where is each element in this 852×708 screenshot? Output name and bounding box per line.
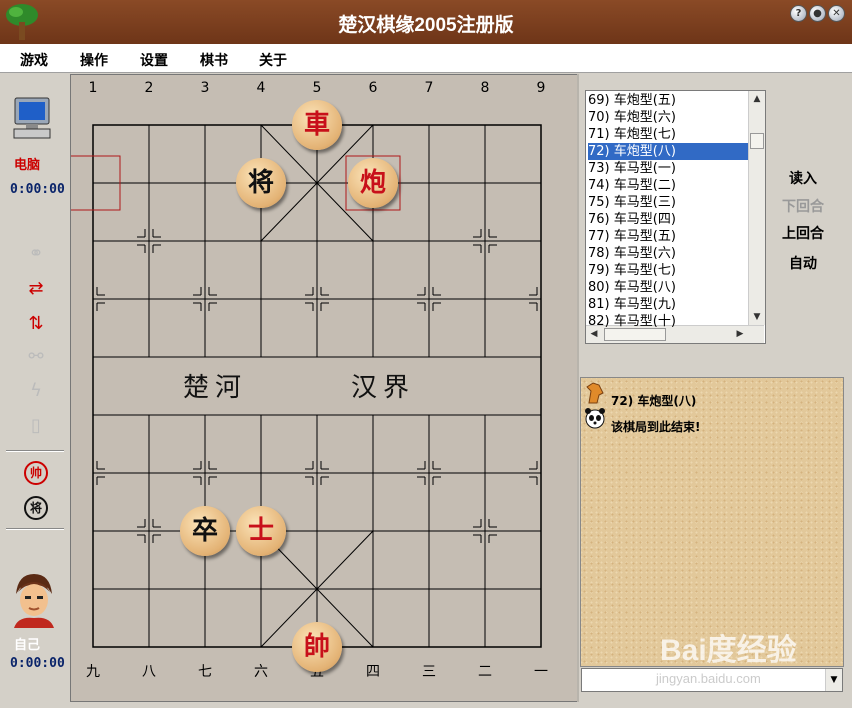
file-number-bottom: 一: [534, 664, 548, 680]
file-number-top: 8: [480, 80, 490, 96]
river-label-left: 楚河: [183, 373, 248, 403]
list-vertical-scrollbar[interactable]: ▲ ▼: [748, 91, 765, 325]
help-button[interactable]: ?: [790, 5, 807, 22]
horse-icon: [586, 382, 604, 404]
watermark-logo: Bai度经验: [660, 634, 797, 667]
list-item[interactable]: 74) 车马型(二): [588, 177, 748, 194]
load-button[interactable]: 读入: [772, 168, 834, 188]
chain-icon[interactable]: ⚯: [24, 345, 48, 369]
message-line-2: 该棋局到此结束!: [611, 420, 701, 434]
menu-game[interactable]: 游戏: [20, 50, 48, 70]
auto-play-button[interactable]: 自动: [772, 253, 834, 273]
file-number-top: 4: [256, 80, 266, 96]
prev-move-button[interactable]: 上回合: [772, 223, 834, 243]
self-timer: 0:00:00: [10, 656, 65, 671]
piece-red[interactable]: 炮: [348, 158, 398, 208]
link-icon[interactable]: ⚭: [24, 242, 48, 266]
file-number-bottom: 九: [86, 664, 100, 680]
scroll-up-icon[interactable]: ▲: [749, 91, 765, 107]
close-button[interactable]: ✕: [828, 5, 845, 22]
file-number-top: 2: [144, 80, 154, 96]
red-side-button[interactable]: 帅: [24, 460, 48, 485]
list-item[interactable]: 69) 车炮型(五): [588, 92, 748, 109]
list-item[interactable]: 78) 车马型(六): [588, 245, 748, 262]
list-item[interactable]: 79) 车马型(七): [588, 262, 748, 279]
swap-arrows-icon[interactable]: ⇄: [24, 277, 48, 301]
book-icon[interactable]: ▯: [24, 414, 48, 438]
chess-board[interactable]: 1 2 3 4 5 6 7 8 9 九八七六五四三二一楚河 汉界車将炮卒士帥: [70, 74, 578, 702]
menu-chess-book[interactable]: 棋书: [200, 50, 228, 70]
file-number-top: 1: [88, 80, 98, 96]
list-item[interactable]: 81) 车马型(九): [588, 296, 748, 313]
file-number-bottom: 三: [422, 664, 436, 680]
file-number-top: 7: [424, 80, 434, 96]
file-number-top: 6: [368, 80, 378, 96]
scroll-down-icon[interactable]: ▼: [749, 309, 765, 325]
board-grid: [71, 124, 542, 648]
dropdown-arrow-icon[interactable]: ▼: [825, 669, 842, 691]
file-number-top: 3: [200, 80, 210, 96]
lightning-icon[interactable]: ϟ: [24, 379, 48, 403]
list-item[interactable]: 80) 车马型(八): [588, 279, 748, 296]
list-item[interactable]: 82) 车马型(十): [588, 313, 748, 330]
panel-divider: [577, 74, 579, 702]
file-number-bottom: 八: [142, 664, 156, 680]
menu-operation[interactable]: 操作: [80, 50, 108, 70]
piece-black[interactable]: 卒: [180, 506, 230, 556]
computer-label: 电脑: [14, 158, 41, 173]
message-line-1: 72) 车炮型(八): [611, 394, 697, 408]
file-number-top: 5: [312, 80, 322, 96]
black-side-button[interactable]: 将: [24, 495, 48, 520]
file-number-bottom: 七: [198, 664, 212, 680]
piece-red[interactable]: 帥: [292, 622, 342, 672]
menu-settings[interactable]: 设置: [140, 50, 168, 70]
file-number-bottom: 二: [478, 664, 492, 680]
list-item[interactable]: 77) 车马型(五): [588, 228, 748, 245]
toolbar-divider: [6, 450, 64, 452]
minimize-button[interactable]: ●: [809, 5, 826, 22]
next-move-button[interactable]: 下回合: [772, 196, 834, 216]
list-item[interactable]: 72) 车炮型(八): [588, 143, 748, 160]
piece-red[interactable]: 車: [292, 100, 342, 150]
player-avatar: [10, 572, 58, 628]
toolbar-divider: [6, 528, 64, 530]
left-panel: 电脑 0:00:00 ⚭ ⇄ ⇅ ⚯ ϟ ▯ 帅 将 自己 0:00:00: [0, 74, 68, 702]
watermark-url: jingyan.baidu.com: [656, 671, 761, 686]
title-bar: 楚汉棋缘2005注册版 ? ● ✕: [0, 0, 852, 44]
list-item[interactable]: 76) 车马型(四): [588, 211, 748, 228]
menu-bar: 游戏 操作 设置 棋书 关于: [0, 44, 852, 73]
list-item[interactable]: 73) 车马型(一): [588, 160, 748, 177]
list-item[interactable]: 70) 车炮型(六): [588, 109, 748, 126]
river-label-right: 汉界: [351, 373, 416, 403]
message-panel: 72) 车炮型(八) 该棋局到此结束!: [580, 377, 844, 667]
piece-black[interactable]: 将: [236, 158, 286, 208]
scroll-thumb[interactable]: [750, 133, 764, 149]
panda-icon: [585, 408, 605, 429]
self-label: 自己: [14, 638, 41, 653]
list-item[interactable]: 71) 车炮型(七): [588, 126, 748, 143]
computer-timer: 0:00:00: [10, 182, 65, 197]
file-number-bottom: 四: [366, 664, 380, 680]
file-number-top: 9: [536, 80, 546, 96]
black-general-icon: 将: [24, 496, 48, 520]
menu-about[interactable]: 关于: [259, 50, 287, 70]
flip-arrows-icon[interactable]: ⇅: [24, 312, 48, 336]
list-item[interactable]: 75) 车马型(三): [588, 194, 748, 211]
file-number-bottom: 六: [254, 664, 268, 680]
window-title: 楚汉棋缘2005注册版: [338, 15, 514, 36]
book-list[interactable]: ▲ ▼ ◀ ▶ 69) 车炮型(五) 70) 车炮型(六) 71) 车炮型(七) 72…: [585, 90, 766, 344]
piece-red[interactable]: 士: [236, 506, 286, 556]
red-general-icon: 帅: [24, 461, 48, 485]
computer-icon: [13, 97, 51, 139]
